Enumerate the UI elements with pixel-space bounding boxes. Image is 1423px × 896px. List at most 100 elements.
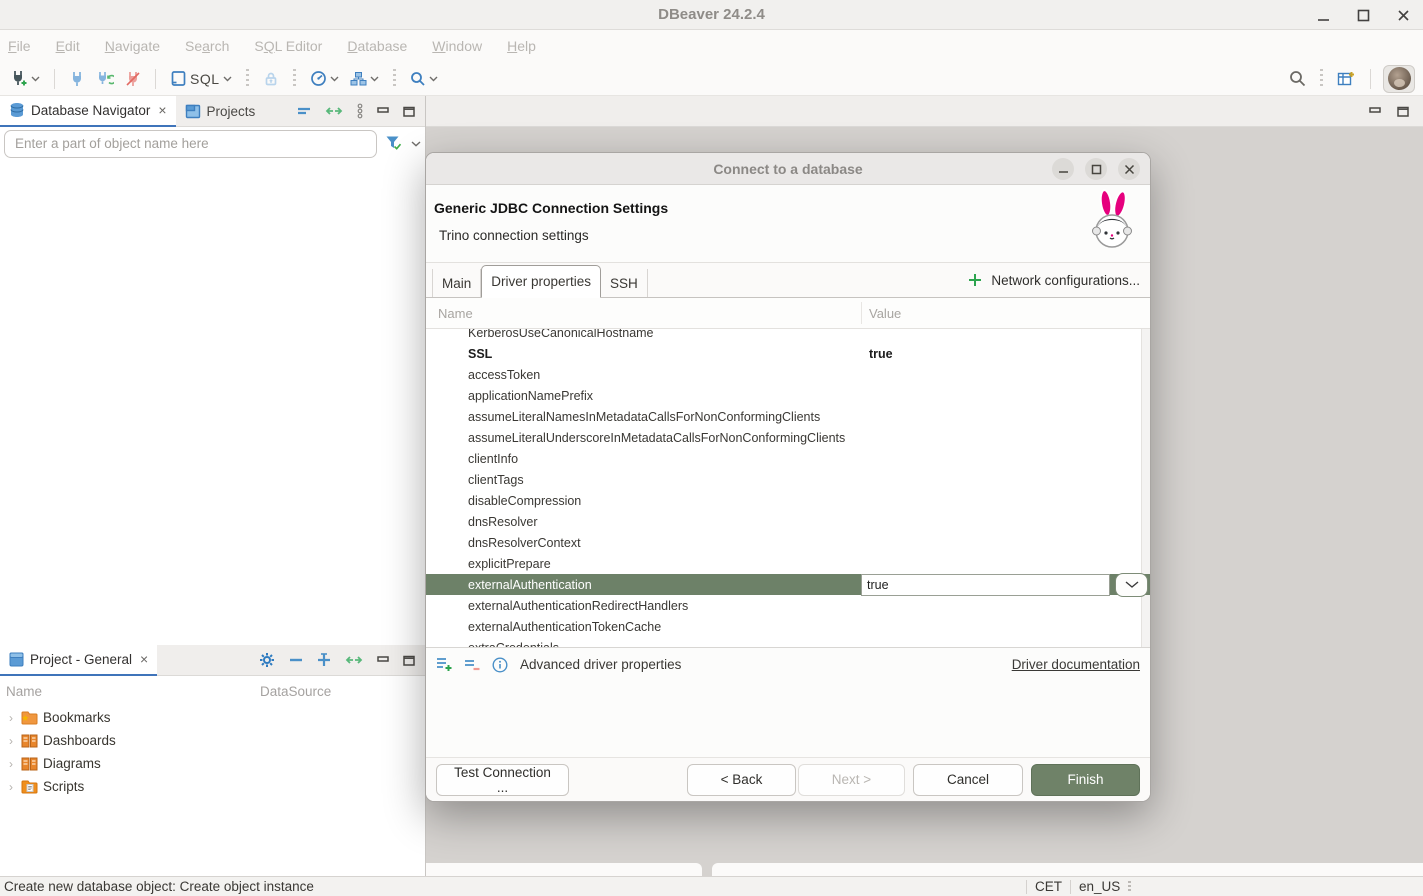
navigator-tree-area[interactable] bbox=[0, 160, 425, 645]
filter-funnel-icon[interactable] bbox=[385, 135, 403, 152]
menu-item-database[interactable]: Database bbox=[347, 38, 407, 54]
toolbar-search-button[interactable] bbox=[408, 69, 440, 89]
dialog-maximize-icon[interactable] bbox=[1085, 158, 1107, 180]
object-filter-input[interactable] bbox=[4, 130, 377, 158]
dialog-tab-ssh[interactable]: SSH bbox=[601, 269, 648, 297]
expand-chevron-icon[interactable]: › bbox=[6, 711, 16, 725]
property-row-externalAuthenticationRedirectHandlers[interactable]: externalAuthenticationRedirectHandlers bbox=[426, 595, 1150, 616]
user-account-button[interactable] bbox=[1383, 65, 1415, 93]
property-row-KerberosUseCanonicalHostname[interactable]: KerberosUseCanonicalHostname bbox=[426, 329, 1150, 343]
new-connection-button[interactable] bbox=[8, 68, 42, 89]
value-column-header[interactable]: Value bbox=[861, 306, 901, 321]
maximize-icon[interactable] bbox=[1355, 7, 1371, 23]
property-row-explicitPrepare[interactable]: explicitPrepare bbox=[426, 553, 1150, 574]
connect-button[interactable] bbox=[67, 69, 87, 89]
tab-projects[interactable]: Projects bbox=[176, 96, 265, 127]
tab-database-navigator[interactable]: Database Navigator × bbox=[0, 96, 176, 127]
property-row-assumeLiteralUnderscoreInMetadataCallsForNonConformingClients[interactable]: assumeLiteralUnderscoreInMetadataCallsFo… bbox=[426, 427, 1150, 448]
maximize-view-icon[interactable] bbox=[403, 106, 415, 117]
expand-icon[interactable] bbox=[317, 653, 331, 667]
dialog-tab-driver-properties[interactable]: Driver properties bbox=[481, 265, 601, 298]
cancel-button[interactable]: Cancel bbox=[913, 764, 1023, 796]
minimize-view-icon[interactable] bbox=[377, 106, 389, 116]
expand-chevron-icon[interactable]: › bbox=[6, 780, 16, 794]
tab-project-general[interactable]: Project - General × bbox=[0, 645, 157, 676]
close-tab-icon[interactable]: × bbox=[140, 651, 148, 667]
close-icon[interactable] bbox=[1395, 7, 1411, 23]
disconnect-button[interactable] bbox=[123, 69, 143, 89]
collapse-all-icon[interactable] bbox=[297, 106, 311, 116]
property-row-extraCredentials[interactable]: extraCredentials bbox=[426, 637, 1150, 647]
property-value-input[interactable] bbox=[861, 574, 1110, 596]
remove-property-icon[interactable] bbox=[464, 656, 482, 673]
minimize-icon[interactable] bbox=[1315, 7, 1331, 23]
menu-item-edit[interactable]: Edit bbox=[56, 38, 80, 54]
link-with-editor-icon[interactable] bbox=[325, 105, 343, 117]
dialog-minimize-icon[interactable] bbox=[1052, 158, 1074, 180]
property-name: disableCompression bbox=[426, 494, 861, 508]
minimize-view-icon[interactable] bbox=[1369, 106, 1381, 116]
property-row-dnsResolverContext[interactable]: dnsResolverContext bbox=[426, 532, 1150, 553]
dialog-tab-main[interactable]: Main bbox=[432, 269, 481, 297]
toolbar-dotted-separator bbox=[293, 69, 296, 89]
dashboard-gauge-button[interactable] bbox=[308, 68, 341, 89]
chevron-down-icon[interactable] bbox=[330, 76, 339, 82]
property-row-SSL[interactable]: SSLtrue bbox=[426, 343, 1150, 364]
new-sql-editor-button[interactable]: SQL bbox=[168, 68, 234, 89]
menu-item-search[interactable]: Search bbox=[185, 38, 229, 54]
projects-folder-icon bbox=[185, 104, 201, 119]
add-property-icon[interactable] bbox=[436, 656, 454, 673]
property-row-assumeLiteralNamesInMetadataCallsForNonConformingClients[interactable]: assumeLiteralNamesInMetadataCallsForNonC… bbox=[426, 406, 1150, 427]
name-column-header[interactable]: Name bbox=[426, 306, 861, 321]
chevron-down-icon[interactable] bbox=[223, 76, 232, 82]
property-row-externalAuthentication[interactable]: externalAuthentication bbox=[426, 574, 1150, 595]
dialog-close-icon[interactable] bbox=[1118, 158, 1140, 180]
menu-item-file[interactable]: File bbox=[8, 38, 31, 54]
property-row-disableCompression[interactable]: disableCompression bbox=[426, 490, 1150, 511]
chevron-down-icon[interactable] bbox=[411, 141, 421, 147]
timezone-indicator[interactable]: CET bbox=[1035, 879, 1062, 894]
menu-item-sql-editor[interactable]: SQL Editor bbox=[254, 38, 322, 54]
view-menu-icon[interactable] bbox=[357, 103, 363, 119]
auto-commit-lock-icon[interactable] bbox=[261, 69, 281, 89]
tree-item-scripts[interactable]: ›Scripts bbox=[0, 775, 425, 798]
property-value-dropdown-button[interactable] bbox=[1115, 573, 1148, 597]
vertical-scrollbar[interactable] bbox=[1141, 329, 1150, 647]
chevron-down-icon[interactable] bbox=[31, 76, 40, 82]
chevron-down-icon[interactable] bbox=[370, 76, 379, 82]
collapse-icon[interactable] bbox=[289, 656, 303, 664]
property-row-applicationNamePrefix[interactable]: applicationNamePrefix bbox=[426, 385, 1150, 406]
maximize-view-icon[interactable] bbox=[403, 655, 415, 666]
er-diagram-button[interactable] bbox=[348, 69, 381, 89]
reconnect-button[interactable] bbox=[94, 69, 116, 89]
property-row-accessToken[interactable]: accessToken bbox=[426, 364, 1150, 385]
open-perspective-button[interactable] bbox=[1335, 68, 1358, 89]
menu-item-help[interactable]: Help bbox=[507, 38, 536, 54]
finish-button[interactable]: Finish bbox=[1031, 764, 1140, 796]
property-row-externalAuthenticationTokenCache[interactable]: externalAuthenticationTokenCache bbox=[426, 616, 1150, 637]
chevron-down-icon[interactable] bbox=[429, 76, 438, 82]
maximize-view-icon[interactable] bbox=[1397, 106, 1409, 117]
locale-indicator[interactable]: en_US bbox=[1079, 879, 1120, 894]
property-row-clientInfo[interactable]: clientInfo bbox=[426, 448, 1150, 469]
expand-chevron-icon[interactable]: › bbox=[6, 734, 16, 748]
test-connection-button[interactable]: Test Connection ... bbox=[436, 764, 569, 796]
link-with-editor-icon[interactable] bbox=[345, 654, 363, 666]
back-button[interactable]: < Back bbox=[687, 764, 796, 796]
tree-item-diagrams[interactable]: ›Diagrams bbox=[0, 752, 425, 775]
menu-item-navigate[interactable]: Navigate bbox=[105, 38, 160, 54]
expand-chevron-icon[interactable]: › bbox=[6, 757, 16, 771]
tree-item-dashboards[interactable]: ›Dashboards bbox=[0, 729, 425, 752]
settings-gear-icon[interactable] bbox=[259, 652, 275, 668]
bottom-trim bbox=[426, 863, 702, 876]
tree-item-bookmarks[interactable]: ›Bookmarks bbox=[0, 706, 425, 729]
close-tab-icon[interactable]: × bbox=[158, 102, 166, 118]
menu-item-window[interactable]: Window bbox=[432, 38, 482, 54]
next-button[interactable]: Next > bbox=[798, 764, 905, 796]
quick-search-icon[interactable] bbox=[1287, 68, 1308, 89]
network-configurations-button[interactable]: Network configurations... bbox=[968, 263, 1150, 297]
property-row-clientTags[interactable]: clientTags bbox=[426, 469, 1150, 490]
property-row-dnsResolver[interactable]: dnsResolver bbox=[426, 511, 1150, 532]
driver-documentation-link[interactable]: Driver documentation bbox=[1012, 657, 1140, 672]
minimize-view-icon[interactable] bbox=[377, 655, 389, 665]
